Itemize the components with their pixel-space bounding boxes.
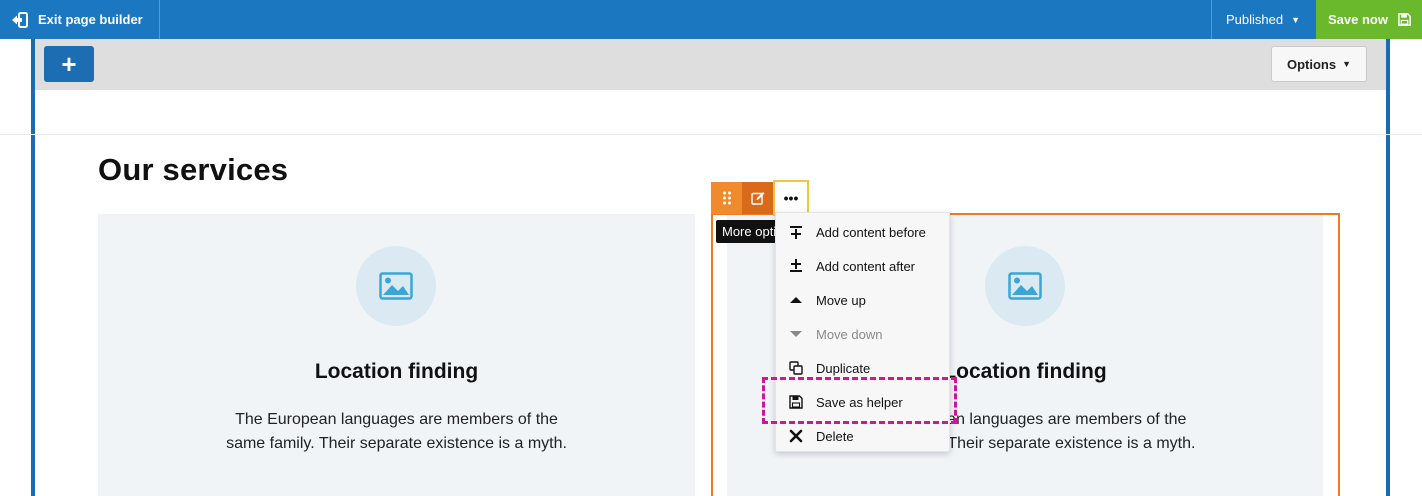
insert-before-icon — [776, 225, 816, 239]
save-now-button[interactable]: Save now — [1316, 0, 1422, 39]
header-divider — [0, 134, 1422, 135]
menu-item-label: Add content after — [816, 258, 916, 274]
menu-item-label: Move down — [816, 326, 883, 342]
menu-item-label: Move up — [816, 292, 866, 308]
image-icon — [379, 272, 413, 300]
insert-after-icon — [776, 259, 816, 273]
exit-label: Exit page builder — [38, 12, 143, 27]
exit-page-builder-button[interactable]: Exit page builder — [0, 0, 160, 39]
duplicate-icon — [776, 361, 816, 375]
menu-item-delete[interactable]: Delete — [776, 419, 949, 453]
more-options-tooltip: More options — [716, 220, 782, 243]
image-placeholder — [356, 246, 436, 326]
close-icon — [776, 429, 816, 443]
builder-frame-left — [31, 39, 35, 496]
card-heading: Location finding — [314, 360, 479, 383]
publish-status-dropdown[interactable]: Published ▼ — [1211, 0, 1316, 39]
menu-item-label: Add content before — [816, 224, 926, 240]
options-label: Options — [1286, 56, 1337, 72]
drag-handle-icon — [722, 191, 731, 205]
floppy-disk-icon — [1398, 13, 1411, 26]
save-now-label: Save now — [1328, 12, 1388, 27]
menu-item-label: Duplicate — [816, 360, 871, 376]
menu-item-move-up[interactable]: Move up — [776, 283, 949, 317]
publish-status-label: Published — [1226, 12, 1284, 27]
edit-icon — [750, 192, 764, 205]
triangle-down-icon — [776, 327, 816, 341]
top-bar: Exit page builder Published ▼ Save now — [0, 0, 1422, 39]
service-card[interactable]: Location finding The European languages … — [98, 214, 695, 496]
menu-item-label: Delete — [816, 428, 854, 444]
triangle-up-icon — [776, 293, 816, 307]
options-button[interactable]: Options ▼ — [1271, 46, 1367, 82]
section-title: Our services — [98, 152, 289, 187]
edit-element-button[interactable] — [742, 182, 773, 214]
builder-frame-right — [1386, 39, 1390, 496]
chevron-down-icon: ▼ — [1342, 59, 1352, 69]
more-options-button[interactable]: ••• — [773, 180, 809, 216]
annotation-highlight — [762, 377, 957, 424]
menu-item-add-content-before[interactable]: Add content before — [776, 215, 949, 249]
exit-icon — [12, 11, 28, 28]
card-body-text: The European languages are members of th… — [226, 411, 567, 452]
builder-toolbar — [35, 39, 1386, 90]
add-content-button[interactable]: + — [44, 46, 94, 82]
chevron-down-icon: ▼ — [1291, 14, 1301, 25]
menu-item-move-down: Move down — [776, 317, 949, 351]
menu-item-add-content-after[interactable]: Add content after — [776, 249, 949, 283]
drag-handle-button[interactable] — [711, 182, 742, 214]
